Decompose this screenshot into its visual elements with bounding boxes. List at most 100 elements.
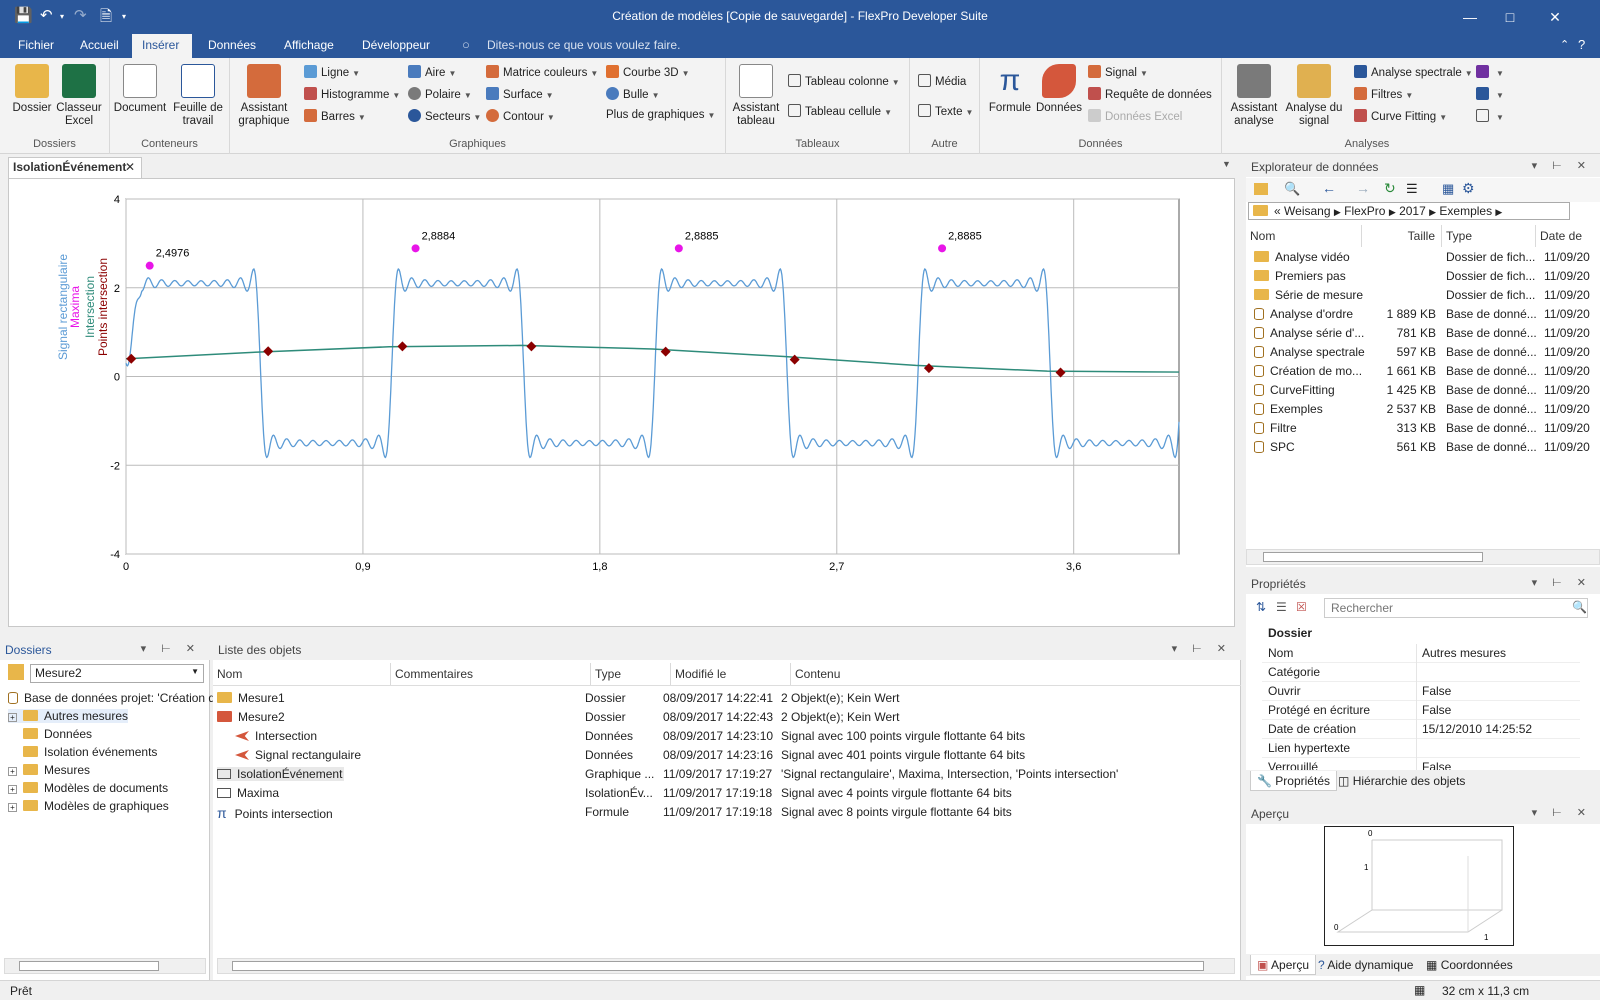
breadcrumb-item[interactable]: Exemples [1439, 204, 1492, 218]
tableau-cellule-button[interactable]: Tableau cellule ▼ [788, 104, 892, 118]
folder-up-icon[interactable] [8, 664, 24, 680]
maximize-icon[interactable]: □ [1490, 4, 1530, 30]
file-row[interactable]: Premiers pas Dossier de fich... 11/09/20 [1246, 268, 1600, 286]
expand-icon[interactable]: + [8, 713, 17, 722]
table-row[interactable]: Intersection Données 08/09/2017 14:23:10 Si… [213, 728, 1233, 746]
objects-hscroll[interactable] [217, 958, 1235, 974]
tree-item[interactable]: Données [8, 727, 92, 741]
file-row[interactable]: Filtre 313 KB Base de donné... 11/09/20 [1246, 420, 1600, 438]
grid-view-icon[interactable]: ▦ [1442, 181, 1454, 197]
view-options-icon[interactable]: ☰ [1406, 181, 1418, 197]
property-row[interactable]: Catégorie [1262, 663, 1580, 682]
sort-az-icon[interactable]: ⇅ [1256, 600, 1266, 614]
feuille-travail-button[interactable]: Feuille de travail [168, 64, 228, 128]
contour-button[interactable]: Contour ▼ [486, 109, 555, 123]
tab-accueil[interactable]: Accueil [70, 34, 129, 58]
exp-col-taille[interactable]: Taille [1362, 225, 1442, 247]
search-files-icon[interactable]: 🔍 [1284, 181, 1300, 197]
document-button[interactable]: Document [112, 64, 168, 115]
curve-fitting-button[interactable]: Curve Fitting ▼ [1354, 109, 1447, 123]
statistics-button[interactable]: ▼ [1476, 65, 1504, 79]
table-row[interactable]: Signal rectangulaire Données 08/09/2017 14… [213, 747, 1233, 765]
file-row[interactable]: Analyse spectrale 597 KB Base de donné... 1… [1246, 344, 1600, 362]
ligne-button[interactable]: Ligne ▼ [304, 65, 360, 79]
property-row[interactable]: Ouvrir False [1262, 682, 1580, 701]
apercu-controls-icon[interactable]: ▾ ⊢ ✕ [1532, 806, 1592, 819]
barres-button[interactable]: Barres ▼ [304, 109, 366, 123]
tab-affichage[interactable]: Affichage [274, 34, 344, 58]
tree-item[interactable]: + Modèles de documents [8, 781, 168, 795]
exp-col-date[interactable]: Date de [1536, 225, 1600, 247]
expand-icon[interactable]: + [8, 785, 17, 794]
tab-donnees[interactable]: Données [198, 34, 266, 58]
exp-col-type[interactable]: Type [1442, 225, 1536, 247]
bulle-button[interactable]: Bulle ▼ [606, 87, 660, 101]
tree-item[interactable]: + Autres mesures [8, 709, 129, 723]
breadcrumb-item[interactable]: 2017 [1399, 204, 1426, 218]
tree-root[interactable]: Base de données projet: 'Création de [8, 691, 222, 705]
tab-inserer[interactable]: Insérer [132, 34, 192, 58]
breadcrumb-item[interactable]: FlexPro [1344, 204, 1385, 218]
surface-button[interactable]: Surface ▼ [486, 87, 554, 101]
col-nom[interactable]: Nom [213, 663, 391, 685]
help-icon[interactable]: ? [1578, 37, 1585, 52]
file-row[interactable]: Analyse vidéo Dossier de fich... 11/09/20 [1246, 249, 1600, 267]
transform-button[interactable]: ▼ [1476, 109, 1504, 123]
file-row[interactable]: SPC 561 KB Base de donné... 11/09/20 [1246, 439, 1600, 457]
properties-search-icon[interactable]: 🔍 [1572, 600, 1587, 614]
tab-apercu[interactable]: ▣ Aperçu [1250, 955, 1317, 975]
assistant-analyse-button[interactable]: Assistant analyse [1226, 64, 1282, 128]
assistant-graphique-button[interactable]: Assistant graphique [234, 64, 294, 128]
file-row[interactable]: Analyse série d'... 781 KB Base de donné..… [1246, 325, 1600, 343]
col-commentaires[interactable]: Commentaires [391, 663, 591, 685]
polaire-button[interactable]: Polaire ▼ [408, 87, 472, 101]
media-button[interactable]: Média [918, 74, 966, 88]
file-row[interactable]: Analyse d'ordre 1 889 KB Base de donné... 1… [1246, 306, 1600, 324]
file-row[interactable]: Exemples 2 537 KB Base de donné... 11/09/20 [1246, 401, 1600, 419]
favorites-icon[interactable] [1254, 183, 1268, 195]
categorize-icon[interactable]: ☰ [1276, 600, 1287, 614]
minimize-icon[interactable]: — [1450, 4, 1490, 30]
texte-button[interactable]: Texte ▼ [918, 104, 973, 118]
properties-search-input[interactable] [1324, 598, 1588, 618]
folder-combo[interactable]: Mesure2 ▼ [30, 664, 204, 683]
analyse-spectrale-button[interactable]: Analyse spectrale ▼ [1354, 65, 1473, 79]
tree-item[interactable]: + Modèles de graphiques [8, 799, 169, 813]
col-contenu[interactable]: Contenu [791, 663, 1231, 685]
properties-section[interactable]: Dossier [1268, 626, 1312, 640]
property-row[interactable]: Protégé en écriture False [1262, 701, 1580, 720]
table-row[interactable]: π Points intersection Formule 11/09/2017 17… [213, 804, 1233, 822]
table-row[interactable]: Mesure2 Dossier 08/09/2017 14:22:43 2 Objek… [213, 709, 1233, 727]
explorer-breadcrumb[interactable]: « Weisang ▶ FlexPro ▶ 2017 ▶ Exemples ▶ [1248, 202, 1570, 220]
table-row[interactable]: IsolationÉvénement Graphique ... 11/09/201… [213, 766, 1233, 784]
file-row[interactable]: Série de mesure Dossier de fich... 11/09/2… [1246, 287, 1600, 305]
dossiers-hscroll[interactable] [4, 958, 206, 974]
explorer-controls-icon[interactable]: ▾ ⊢ ✕ [1532, 159, 1592, 172]
properties-controls-icon[interactable]: ▾ ⊢ ✕ [1532, 576, 1592, 589]
table-row[interactable]: Maxima IsolationÉv... 11/09/2017 17:19:18 S… [213, 785, 1233, 803]
property-row[interactable]: Date de création 15/12/2010 14:25:52 [1262, 720, 1580, 739]
classeur-excel-button[interactable]: Classeur Excel [54, 64, 104, 128]
chart[interactable]: 0 0,9 1,8 2,7 3,6420-2-4Signal rectangulaire… [9, 179, 1234, 626]
courbe-3d-button[interactable]: Courbe 3D ▼ [606, 65, 690, 79]
col-modifie[interactable]: Modifié le [671, 663, 791, 685]
objects-pane-controls-icon[interactable]: ▾ ⊢ ✕ [1172, 642, 1232, 655]
table-row[interactable]: Mesure1 Dossier 08/09/2017 14:22:41 2 Objek… [213, 690, 1233, 708]
tab-aide-dynamique[interactable]: ? Aide dynamique [1312, 955, 1419, 975]
donnees-button[interactable]: Données [1034, 64, 1084, 115]
tab-developpeur[interactable]: Développeur [352, 34, 440, 58]
tree-item[interactable]: + Mesures [8, 763, 90, 777]
breadcrumb-item[interactable]: Weisang [1284, 204, 1330, 218]
property-row[interactable]: Nom Autres mesures [1262, 644, 1580, 663]
donnees-excel-button[interactable]: Données Excel [1088, 109, 1182, 123]
collapse-ribbon-icon[interactable]: ⌃ [1560, 38, 1569, 51]
tab-coordonnees[interactable]: ▦ Coordonnées [1420, 955, 1519, 975]
filtres-button[interactable]: Filtres ▼ [1354, 87, 1413, 101]
signal-button[interactable]: Signal ▼ [1088, 65, 1148, 79]
tab-hierarchie[interactable]: ◫ Hiérarchie des objets [1332, 771, 1471, 791]
clear-filter-icon[interactable]: ☒ [1296, 600, 1307, 614]
dossier-button[interactable]: Dossier [10, 64, 54, 115]
document-tab[interactable]: IsolationÉvénement ✕ [8, 157, 142, 178]
analyse-signal-button[interactable]: Analyse du signal [1284, 64, 1344, 128]
secteurs-button[interactable]: Secteurs ▼ [408, 109, 481, 123]
